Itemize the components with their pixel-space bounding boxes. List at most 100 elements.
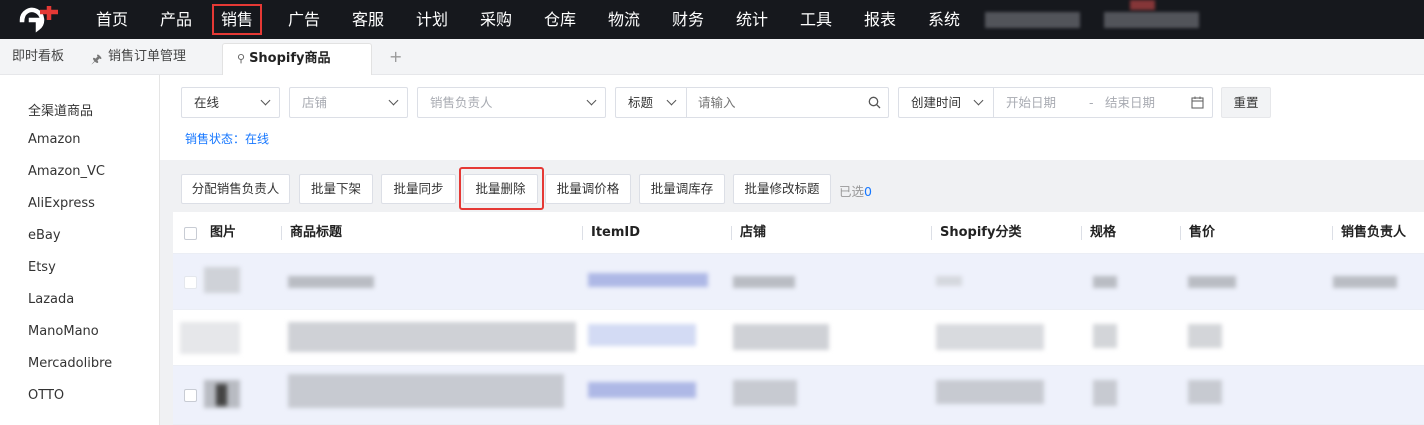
bulk-adjust-price-button[interactable]: 批量调价格 xyxy=(545,174,631,204)
redacted-owner xyxy=(1333,276,1397,288)
main-content: 在线 店铺 销售负责人 标题 创建时间 开始日期 - 结束日期 xyxy=(160,75,1424,425)
tab-dashboard[interactable]: 即时看板 xyxy=(12,39,64,75)
assign-sales-owner-button[interactable]: 分配销售负责人 xyxy=(181,174,290,204)
row-checkbox[interactable] xyxy=(184,389,197,402)
redacted-title[interactable] xyxy=(288,276,374,288)
redacted-price xyxy=(1188,324,1222,348)
table-row[interactable] xyxy=(173,254,1424,310)
nav-products[interactable]: 产品 xyxy=(152,0,200,39)
column-header-title: 商品标题 xyxy=(290,225,343,240)
bulk-delete-highlight xyxy=(459,167,544,210)
product-thumbnail[interactable] xyxy=(180,322,240,354)
sidebar-item-etsy[interactable]: Etsy xyxy=(28,260,56,275)
add-tab-button[interactable]: + xyxy=(389,39,402,75)
title-search-input[interactable] xyxy=(688,88,858,117)
redacted-account-info xyxy=(985,12,1080,28)
page-tab-bar: 即时看板 🖈 销售订单管理 ⚲ Shopify商品 + xyxy=(0,39,1424,75)
nav-ads[interactable]: 广告 xyxy=(280,0,328,39)
active-filter-tag[interactable]: 销售状态：在线 xyxy=(185,130,269,147)
search-field-select[interactable]: 标题 xyxy=(616,88,687,117)
brand-logo[interactable] xyxy=(18,6,64,34)
date-field-value: 创建时间 xyxy=(911,95,962,110)
top-nav-bar: 首页 产品 销售 广告 客服 计划 采购 仓库 物流 财务 统计 工具 报表 系… xyxy=(0,0,1424,39)
sales-owner-select[interactable]: 销售负责人 xyxy=(417,87,606,118)
sidebar-item-otto[interactable]: OTTO xyxy=(28,388,64,403)
nav-tools[interactable]: 工具 xyxy=(792,0,840,39)
column-divider[interactable] xyxy=(582,226,583,240)
filter-panel: 在线 店铺 销售负责人 标题 创建时间 开始日期 - 结束日期 xyxy=(160,75,1424,160)
column-divider[interactable] xyxy=(281,226,282,240)
bulk-unlist-button[interactable]: 批量下架 xyxy=(299,174,373,204)
sidebar-item-lazada[interactable]: Lazada xyxy=(28,292,74,307)
nav-finance[interactable]: 财务 xyxy=(664,0,712,39)
redacted-price xyxy=(1188,380,1222,404)
store-select[interactable]: 店铺 xyxy=(289,87,408,118)
chevron-down-icon xyxy=(260,95,271,106)
bulk-adjust-stock-button[interactable]: 批量调库存 xyxy=(639,174,725,204)
redacted-title[interactable] xyxy=(288,322,576,352)
date-range-separator: - xyxy=(1089,95,1094,110)
selected-count: 已选0 xyxy=(839,181,872,200)
redacted-spec xyxy=(1093,380,1117,406)
sales-owner-placeholder: 销售负责人 xyxy=(430,95,493,110)
nav-logistics[interactable]: 物流 xyxy=(600,0,648,39)
pin-icon[interactable]: 🖈 xyxy=(91,50,102,71)
chevron-down-icon xyxy=(666,95,677,106)
row-checkbox[interactable] xyxy=(184,276,197,289)
reset-button[interactable]: 重置 xyxy=(1221,87,1271,118)
sidebar-item-all-channels[interactable]: 全渠道商品 xyxy=(28,100,93,119)
redacted-category xyxy=(936,380,1044,404)
nav-home[interactable]: 首页 xyxy=(88,0,136,39)
column-header-store: 店铺 xyxy=(740,225,767,240)
nav-planning[interactable]: 计划 xyxy=(408,0,456,39)
nav-statistics[interactable]: 统计 xyxy=(728,0,776,39)
table-row[interactable] xyxy=(173,366,1424,425)
column-divider[interactable] xyxy=(931,226,932,240)
sales-status-select[interactable]: 在线 xyxy=(181,87,280,118)
nav-sales[interactable]: 销售 xyxy=(208,0,266,39)
sidebar-item-aliexpress[interactable]: AliExpress xyxy=(28,196,95,211)
date-field-select[interactable]: 创建时间 xyxy=(899,88,994,117)
column-header-itemid: ItemID xyxy=(591,225,641,240)
sidebar-item-mercadolibre[interactable]: Mercadolibre xyxy=(28,356,112,371)
column-header-sales-owner: 销售负责人 xyxy=(1341,225,1407,240)
bulk-edit-title-button[interactable]: 批量修改标题 xyxy=(733,174,831,204)
column-divider[interactable] xyxy=(731,226,732,240)
table-header: 图片 商品标题 ItemID 店铺 Shopify分类 规格 售价 销售负责人 xyxy=(173,212,1424,254)
column-divider[interactable] xyxy=(1180,226,1181,240)
column-divider[interactable] xyxy=(1081,226,1082,240)
redacted-itemid[interactable] xyxy=(588,273,708,287)
sidebar-item-ebay[interactable]: eBay xyxy=(28,228,61,243)
redacted-user-info[interactable] xyxy=(1104,12,1199,28)
table-row[interactable] xyxy=(173,310,1424,366)
column-header-shopify-category: Shopify分类 xyxy=(940,225,1022,240)
nav-warehouse[interactable]: 仓库 xyxy=(536,0,584,39)
start-date-input[interactable]: 开始日期 xyxy=(1006,88,1056,117)
pin-outline-icon[interactable]: ⚲ xyxy=(237,52,245,65)
chevron-down-icon xyxy=(388,95,399,106)
tab-sales-orders[interactable]: 销售订单管理 xyxy=(108,39,186,75)
product-thumbnail[interactable] xyxy=(204,267,240,293)
nav-purchasing[interactable]: 采购 xyxy=(472,0,520,39)
nav-system[interactable]: 系统 xyxy=(920,0,968,39)
sidebar-item-manomano[interactable]: ManoMano xyxy=(28,324,99,339)
redacted-user-avatar xyxy=(1130,0,1155,10)
redacted-itemid[interactable] xyxy=(588,382,696,398)
end-date-input[interactable]: 结束日期 xyxy=(1105,88,1155,117)
redacted-itemid[interactable] xyxy=(588,324,696,346)
sidebar-item-amazon[interactable]: Amazon xyxy=(28,132,81,147)
redacted-price xyxy=(1188,276,1236,288)
search-field-value: 标题 xyxy=(628,95,654,110)
redacted-store xyxy=(733,380,797,406)
redacted-store xyxy=(733,324,829,350)
nav-reports[interactable]: 报表 xyxy=(856,0,904,39)
bulk-sync-button[interactable]: 批量同步 xyxy=(381,174,456,204)
sidebar-item-amazon-vc[interactable]: Amazon_VC xyxy=(28,164,105,179)
column-divider[interactable] xyxy=(1332,226,1333,240)
tab-shopify-products[interactable]: ⚲ Shopify商品 xyxy=(222,43,372,75)
select-all-checkbox[interactable] xyxy=(184,227,197,240)
search-icon[interactable] xyxy=(868,96,881,109)
nav-customer-service[interactable]: 客服 xyxy=(344,0,392,39)
redacted-title[interactable] xyxy=(288,374,564,408)
calendar-icon[interactable] xyxy=(1191,96,1204,109)
